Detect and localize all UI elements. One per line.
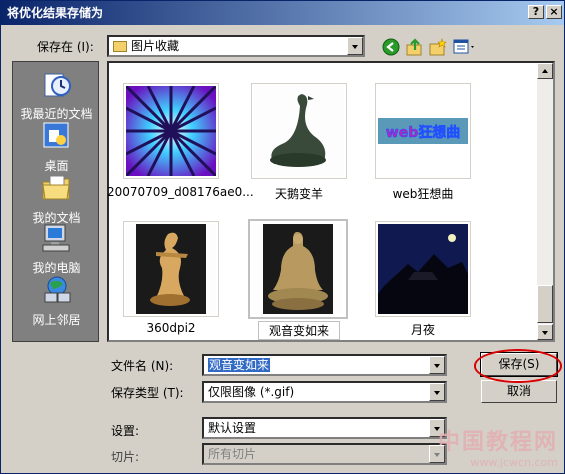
file-name[interactable]: 20070709_d08176ae0...: [107, 185, 254, 199]
file-name[interactable]: 天鹅变羊: [235, 185, 363, 202]
swan-sculpture-image: [254, 86, 344, 176]
network-places-icon: [44, 276, 70, 303]
save-type-label: 保存类型 (T):: [111, 386, 184, 400]
folder-icon: [113, 41, 127, 52]
scroll-down-button[interactable]: [537, 324, 553, 340]
up-folder-icon[interactable]: [406, 38, 424, 56]
file-thumbnail-frame[interactable]: [375, 221, 471, 317]
save-type-value: 仅限图像 (*.gif): [208, 385, 295, 399]
save-button[interactable]: 保存(S): [480, 352, 558, 377]
place-desktop[interactable]: 桌面: [13, 120, 100, 174]
file-thumbnail-frame[interactable]: [123, 83, 219, 179]
scroll-up-button[interactable]: [537, 63, 553, 79]
save-type-dropdown[interactable]: 仅限图像 (*.gif): [202, 381, 447, 403]
slices-label: 切片:: [111, 450, 140, 464]
dancer-figurine-image: [126, 224, 216, 314]
place-label: 网上邻居: [32, 313, 81, 327]
place-my-computer[interactable]: 我的电脑: [13, 222, 100, 276]
my-computer-icon: [42, 224, 69, 252]
file-name[interactable]: web狂想曲: [359, 185, 487, 202]
desktop-icon: [43, 122, 68, 148]
file-thumbnail-frame[interactable]: [251, 83, 347, 179]
place-my-documents[interactable]: 我的文档: [13, 172, 100, 226]
place-network[interactable]: 网上邻居: [13, 274, 100, 328]
moon-night-image: [378, 224, 468, 314]
web-text-image: web狂想曲: [378, 86, 468, 176]
slices-value: 所有切片: [208, 447, 257, 461]
help-button[interactable]: ?: [528, 5, 544, 19]
sunburst-image: [126, 86, 216, 176]
file-thumbnail-frame[interactable]: web狂想曲: [375, 83, 471, 179]
chevron-down-icon[interactable]: [347, 37, 363, 55]
view-menu-icon[interactable]: [453, 38, 477, 56]
settings-label: 设置:: [111, 424, 140, 438]
watermark-title: 中国教程网: [437, 429, 558, 455]
filename-value: 观音变如来: [208, 358, 271, 372]
dialog-title: 将优化结果存储为: [7, 6, 104, 20]
settings-dropdown[interactable]: 默认设置: [202, 417, 447, 439]
save-in-value: 图片收藏: [131, 39, 180, 53]
file-thumbnail-frame-selected[interactable]: [248, 219, 348, 319]
title-bar: 将优化结果存储为 ? ×: [1, 1, 564, 25]
recent-documents-icon: [44, 73, 71, 97]
watermark-url: www.jcwcn.com: [470, 456, 558, 469]
place-recent-documents[interactable]: 我最近的文档: [13, 68, 100, 122]
file-name-selected[interactable]: 观音变如来: [258, 321, 340, 340]
web-text-image-label: web狂想曲: [386, 124, 460, 141]
vertical-scrollbar[interactable]: [537, 63, 553, 340]
cancel-button[interactable]: 取消: [481, 380, 557, 403]
save-dialog: 将优化结果存储为 ? × 保存在 (I): 图片收藏 我最近的文档 桌面 我的文…: [0, 0, 565, 474]
slices-dropdown: 所有切片: [202, 443, 447, 465]
save-in-label: 保存在 (I):: [37, 40, 94, 54]
new-folder-icon[interactable]: [429, 38, 447, 56]
scroll-thumb[interactable]: [537, 285, 553, 323]
file-thumbnail-frame[interactable]: [123, 221, 219, 317]
settings-value: 默认设置: [208, 421, 257, 435]
file-list[interactable]: 20070709_d08176ae0... 天鹅变羊 web狂想曲 web狂想曲: [107, 61, 555, 342]
my-documents-icon: [41, 175, 70, 200]
file-name[interactable]: 月夜: [359, 321, 487, 338]
filename-label: 文件名 (N):: [111, 359, 174, 373]
guanyin-statue-image: [253, 224, 343, 314]
places-bar: 我最近的文档 桌面 我的文档 我的电脑 网上邻居: [12, 61, 99, 342]
filename-input[interactable]: 观音变如来: [202, 354, 447, 376]
watermark: 中国教程网 www.jcwcn.com: [438, 424, 558, 469]
chevron-down-icon[interactable]: [429, 356, 445, 374]
back-icon[interactable]: [382, 38, 400, 56]
chevron-down-icon[interactable]: [429, 383, 445, 401]
file-name[interactable]: 360dpi2: [107, 321, 235, 335]
save-in-dropdown[interactable]: 图片收藏: [107, 35, 365, 57]
close-button[interactable]: ×: [546, 5, 562, 19]
